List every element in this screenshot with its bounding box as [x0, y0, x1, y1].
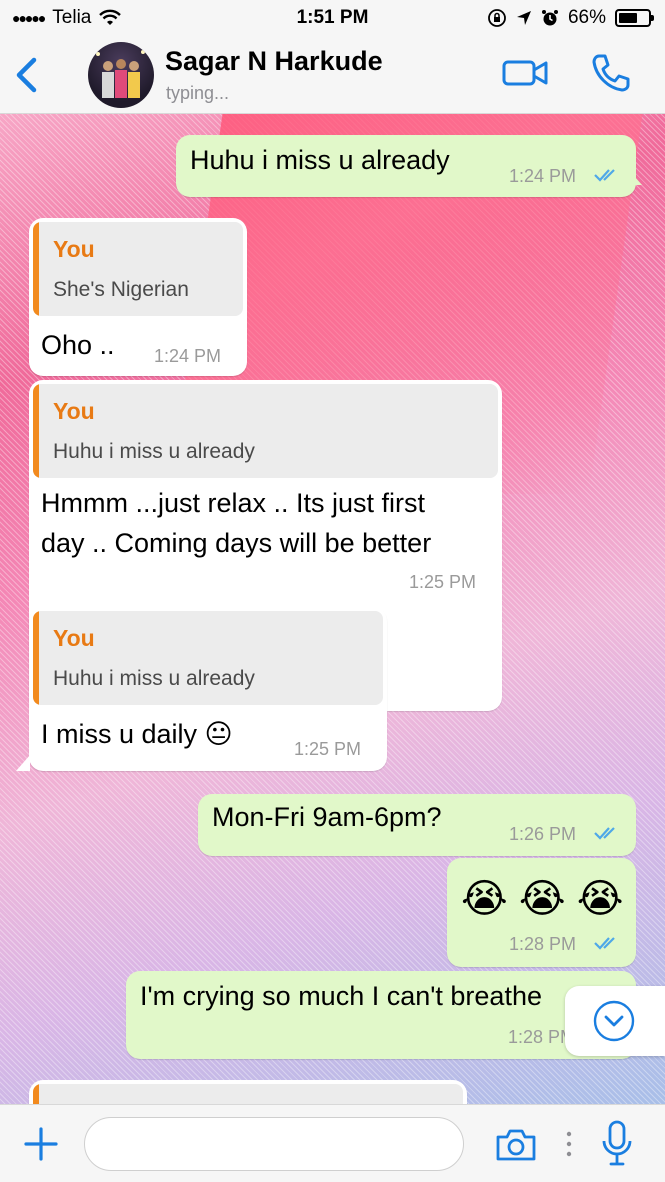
quote-author: You [53, 625, 95, 651]
read-ticks-icon [594, 169, 615, 182]
quote-author: You [53, 236, 95, 262]
read-ticks-icon [594, 827, 615, 840]
contact-name[interactable]: Sagar N Harkude [165, 46, 383, 77]
status-right: 66% [487, 7, 654, 29]
message-bubble-incoming[interactable]: You She's Nigerian Oho .. 1:24 PM [29, 218, 247, 376]
message-input[interactable] [84, 1117, 464, 1171]
quote-bar [33, 384, 39, 478]
battery-percent: 66% [567, 7, 606, 28]
message-text: I'm crying so much I can't breathe [140, 981, 542, 1011]
message-time: 1:25 PM [294, 739, 362, 759]
quoted-message[interactable]: You She's Nigerian [33, 222, 243, 316]
location-arrow-icon [516, 11, 531, 25]
quote-text: She's Nigerian [53, 278, 189, 301]
message-bubble-incoming[interactable]: You Huhu i miss u already I miss u daily… [29, 607, 387, 771]
read-ticks-icon [594, 937, 615, 950]
input-bar [0, 1104, 665, 1182]
quote-text: Huhu i miss u already [53, 667, 255, 690]
message-text-line: Hmmm ...just relax .. Its just first [41, 488, 426, 518]
message-text: I miss u daily 😐 [41, 719, 233, 749]
plus-icon[interactable] [22, 1125, 60, 1163]
chat-header: Sagar N Harkude typing... [0, 36, 665, 114]
quote-author: You [53, 398, 95, 424]
message-text: Huhu i miss u already [190, 145, 450, 175]
message-bubble-outgoing[interactable]: Mon-Fri 9am-6pm? 1:26 PM [198, 794, 636, 856]
message-emoji: 😭 😭 😭 [461, 877, 624, 921]
battery-icon [615, 9, 654, 27]
alarm-icon [541, 10, 558, 26]
message-bubble-outgoing[interactable]: I'm crying so much I can't breathe 1:28 … [126, 971, 636, 1059]
contact-status: typing... [166, 83, 230, 103]
microphone-icon[interactable] [600, 1119, 634, 1169]
quoted-message[interactable]: You Huhu i miss u already [33, 611, 383, 705]
message-text: Oho .. [41, 330, 115, 360]
message-bubble-outgoing[interactable]: Huhu i miss u already 1:24 PM [176, 135, 636, 197]
quote-bar [33, 611, 39, 705]
chat-area[interactable]: Huhu i miss u already 1:24 PM You She's … [0, 114, 665, 1104]
message-text: Mon-Fri 9am-6pm? [212, 802, 442, 832]
quoted-message [33, 1084, 463, 1104]
message-text-line: day .. Coming days will be better [41, 528, 432, 558]
message-bubble-incoming[interactable] [29, 1080, 467, 1104]
video-call-icon[interactable] [502, 58, 548, 88]
quote-bar [33, 222, 39, 316]
back-chevron-icon[interactable] [12, 56, 42, 94]
camera-icon[interactable] [494, 1127, 538, 1163]
message-time: 1:26 PM [509, 824, 577, 844]
rotation-lock-icon [488, 9, 506, 27]
battery-level [619, 13, 637, 23]
scroll-to-bottom-button[interactable] [565, 986, 665, 1056]
status-bar: ●●●●● Telia 1:51 PM 66% [0, 0, 665, 36]
message-time: 1:28 PM [509, 934, 577, 954]
phone-call-icon[interactable] [590, 52, 632, 94]
quoted-message[interactable]: You Huhu i miss u already [33, 384, 498, 478]
more-options-icon[interactable] [566, 1131, 572, 1157]
message-bubble-outgoing[interactable]: 😭 😭 😭 1:28 PM [447, 858, 636, 967]
quote-text: Huhu i miss u already [53, 440, 255, 463]
bubble-tail [16, 755, 30, 771]
avatar-photo-icon [96, 50, 145, 98]
quote-bar [33, 1084, 39, 1104]
contact-avatar[interactable] [88, 42, 154, 108]
message-time: 1:25 PM [409, 572, 477, 592]
message-time: 1:24 PM [154, 346, 222, 366]
message-time: 1:24 PM [509, 166, 577, 186]
chevron-down-icon [593, 1000, 635, 1042]
